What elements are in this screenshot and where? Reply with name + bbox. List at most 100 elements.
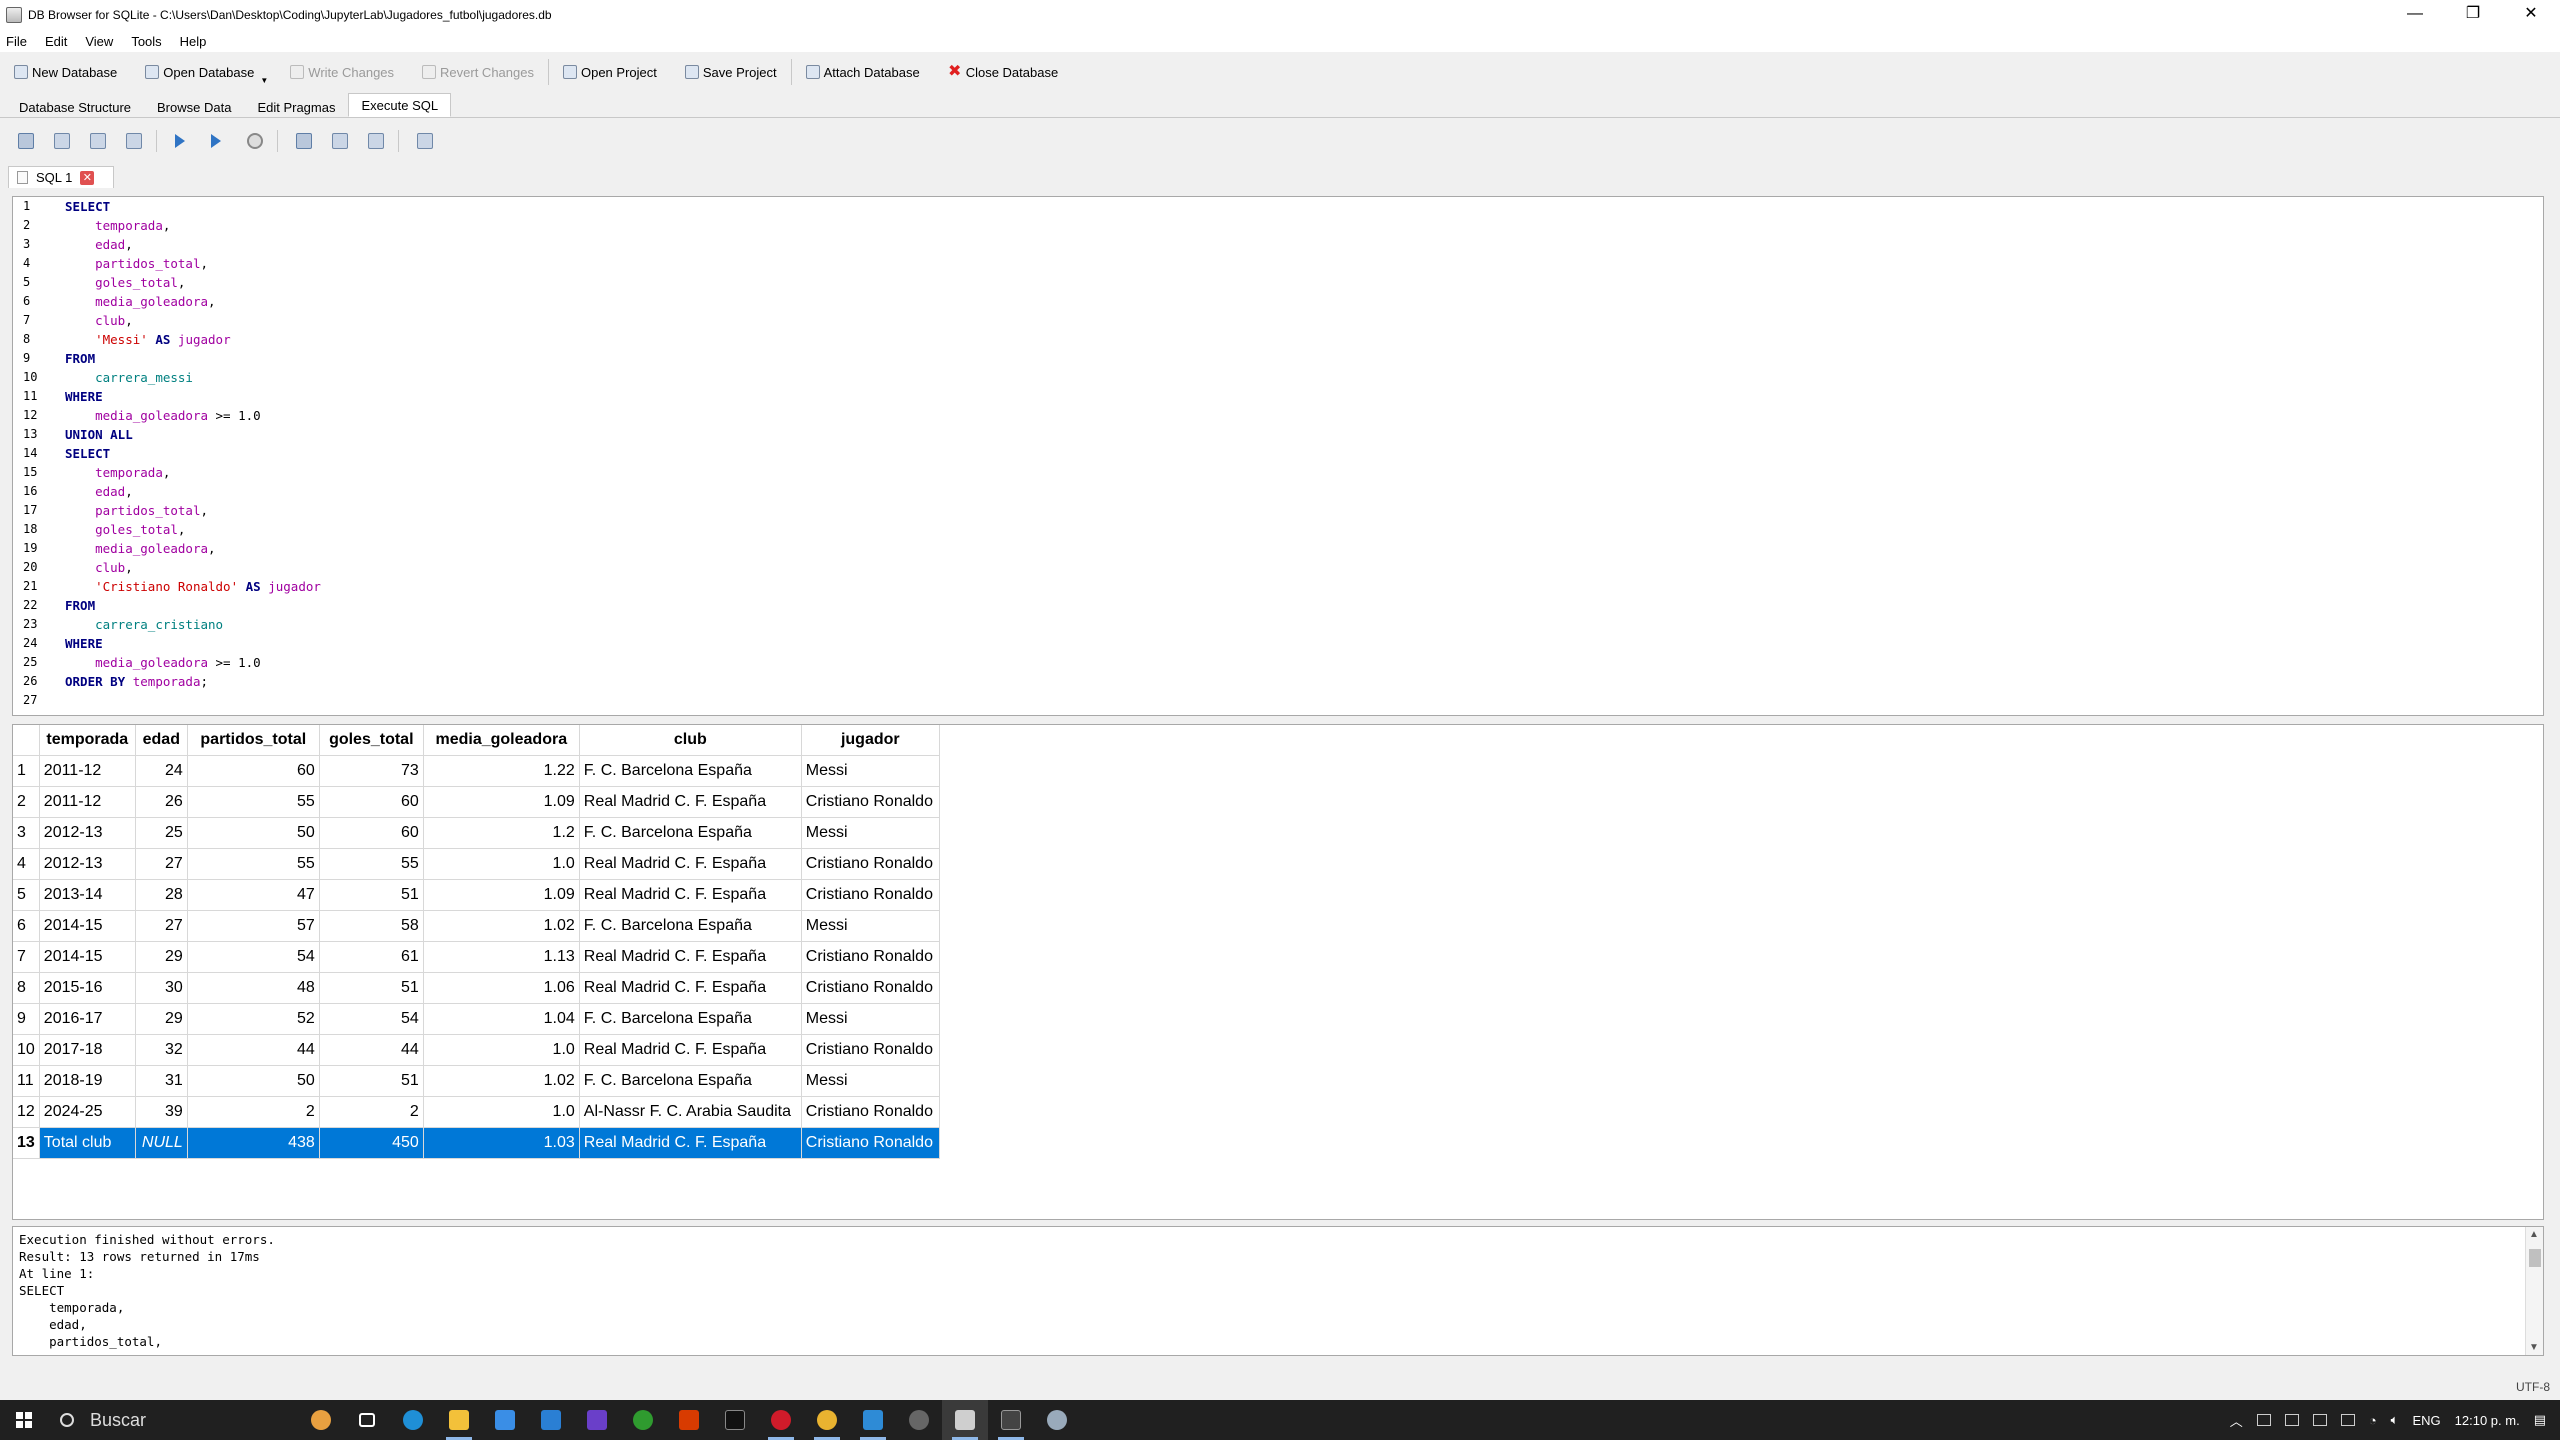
table-cell[interactable]: 58 bbox=[319, 910, 424, 942]
tab-edit-pragmas[interactable]: Edit Pragmas bbox=[244, 95, 348, 117]
table-cell[interactable]: Real Madrid C. F. España bbox=[579, 786, 802, 818]
table-cell[interactable]: 27 bbox=[135, 910, 188, 942]
row-number[interactable]: 6 bbox=[13, 910, 40, 942]
table-cell[interactable]: Messi bbox=[801, 1065, 940, 1097]
table-row[interactable]: 12 2024-25 39 2 2 1.0 Al-Nassr F. C. Arabia Sa… bbox=[13, 1096, 940, 1128]
table-cell[interactable]: Real Madrid C. F. España bbox=[579, 941, 802, 973]
save-project-button[interactable]: Save Project bbox=[684, 65, 777, 80]
table-cell[interactable]: 1.04 bbox=[423, 1003, 580, 1035]
table-cell[interactable]: 2018-19 bbox=[39, 1065, 136, 1097]
column-header[interactable]: partidos_total bbox=[187, 725, 320, 756]
column-header[interactable]: temporada bbox=[39, 725, 136, 756]
tab-database-structure[interactable]: Database Structure bbox=[6, 95, 144, 117]
table-cell[interactable]: 2013-14 bbox=[39, 879, 136, 911]
table-cell[interactable]: 44 bbox=[187, 1034, 320, 1066]
table-cell[interactable]: 61 bbox=[319, 941, 424, 973]
table-cell[interactable]: 450 bbox=[319, 1127, 424, 1159]
table-cell[interactable]: 55 bbox=[187, 786, 320, 818]
table-cell[interactable]: 60 bbox=[319, 817, 424, 849]
find-icon[interactable] bbox=[332, 133, 348, 149]
table-cell[interactable]: 55 bbox=[319, 848, 424, 880]
table-cell[interactable]: 2 bbox=[187, 1096, 320, 1128]
misc-app-icon[interactable] bbox=[1034, 1400, 1080, 1440]
table-cell[interactable]: 1.0 bbox=[423, 848, 580, 880]
onedrive-icon[interactable] bbox=[2284, 1414, 2299, 1426]
table-cell[interactable]: F. C. Barcelona España bbox=[579, 755, 802, 787]
table-cell[interactable]: F. C. Barcelona España bbox=[579, 910, 802, 942]
comment-lines-icon[interactable] bbox=[417, 133, 433, 149]
table-cell[interactable]: 51 bbox=[319, 972, 424, 1004]
table-cell[interactable]: F. C. Barcelona España bbox=[579, 817, 802, 849]
stop-execution-icon[interactable] bbox=[247, 133, 263, 149]
table-cell[interactable]: 1.2 bbox=[423, 817, 580, 849]
table-cell[interactable]: Cristiano Ronaldo bbox=[801, 1096, 940, 1128]
open-tab-icon[interactable] bbox=[18, 133, 34, 149]
minimize-button[interactable]: — bbox=[2386, 0, 2444, 30]
widgets-icon[interactable] bbox=[298, 1400, 344, 1440]
row-number[interactable]: 3 bbox=[13, 817, 40, 849]
execute-all-icon[interactable] bbox=[175, 134, 185, 148]
open-sql-file-icon[interactable] bbox=[54, 133, 70, 149]
table-cell[interactable]: 24 bbox=[135, 755, 188, 787]
edge-icon[interactable] bbox=[390, 1400, 436, 1440]
table-cell[interactable]: 2014-15 bbox=[39, 910, 136, 942]
table-cell[interactable]: 52 bbox=[187, 1003, 320, 1035]
message-pane[interactable]: Execution finished without errors. Resul… bbox=[12, 1226, 2544, 1356]
table-cell[interactable]: Cristiano Ronaldo bbox=[801, 786, 940, 818]
table-row[interactable]: 5 2013-14 28 47 51 1.09 Real Madrid C. F. Espa… bbox=[13, 879, 940, 911]
table-cell[interactable]: 1.13 bbox=[423, 941, 580, 973]
table-cell[interactable]: 28 bbox=[135, 879, 188, 911]
column-header[interactable]: edad bbox=[135, 725, 188, 756]
save-results-icon[interactable] bbox=[296, 133, 312, 149]
results-grid[interactable]: temporada edad partidos_total goles_total me… bbox=[12, 724, 2544, 1220]
mail-icon[interactable] bbox=[528, 1400, 574, 1440]
table-row[interactable]: 1 2011-12 24 60 73 1.22 F. C. Barcelona España… bbox=[13, 755, 940, 787]
table-cell[interactable]: Real Madrid C. F. España bbox=[579, 879, 802, 911]
table-cell[interactable]: 51 bbox=[319, 1065, 424, 1097]
attach-database-button[interactable]: Attach Database bbox=[805, 65, 920, 80]
new-database-button[interactable]: New Database bbox=[14, 65, 117, 80]
write-changes-button[interactable]: Write Changes bbox=[290, 65, 394, 80]
chrome-icon[interactable] bbox=[804, 1400, 850, 1440]
table-cell[interactable]: Messi bbox=[801, 817, 940, 849]
table-cell[interactable]: 26 bbox=[135, 786, 188, 818]
store-icon[interactable] bbox=[482, 1400, 528, 1440]
table-cell[interactable]: Real Madrid C. F. España bbox=[579, 972, 802, 1004]
tab-execute-sql[interactable]: Execute SQL bbox=[348, 93, 452, 117]
table-cell[interactable]: 438 bbox=[187, 1127, 320, 1159]
table-cell[interactable]: 25 bbox=[135, 817, 188, 849]
start-button[interactable] bbox=[0, 1400, 48, 1440]
wifi-icon[interactable]: ◔ bbox=[2369, 1413, 2377, 1428]
column-header[interactable]: club bbox=[579, 725, 802, 756]
notifications-icon[interactable]: ▤ bbox=[2534, 1412, 2546, 1428]
table-cell[interactable]: 48 bbox=[187, 972, 320, 1004]
console-icon[interactable] bbox=[988, 1400, 1034, 1440]
table-cell[interactable]: 2012-13 bbox=[39, 817, 136, 849]
table-cell[interactable]: 2011-12 bbox=[39, 786, 136, 818]
tray-app-icon-2[interactable] bbox=[2312, 1414, 2327, 1426]
menu-edit[interactable]: Edit bbox=[45, 34, 67, 49]
volume-icon[interactable]: 🔈︎ bbox=[2391, 1412, 2399, 1428]
tray-app-icon[interactable] bbox=[2256, 1414, 2271, 1426]
row-number[interactable]: 11 bbox=[13, 1065, 40, 1097]
column-header[interactable]: goles_total bbox=[319, 725, 424, 756]
file-explorer-icon[interactable] bbox=[436, 1400, 482, 1440]
table-cell[interactable]: 2011-12 bbox=[39, 755, 136, 787]
column-header[interactable]: jugador bbox=[801, 725, 940, 756]
xbox-icon[interactable] bbox=[620, 1400, 666, 1440]
execute-current-line-icon[interactable] bbox=[211, 134, 221, 148]
sql-editor[interactable]: 1 SELECT 2 temporada, 3 edad, 4 partidos_tot… bbox=[12, 196, 2544, 716]
row-number[interactable]: 2 bbox=[13, 786, 40, 818]
scroll-down-icon[interactable]: ▼ bbox=[2529, 1342, 2539, 1353]
db-browser-taskbar-icon[interactable] bbox=[942, 1400, 988, 1440]
find-replace-icon[interactable] bbox=[368, 133, 384, 149]
table-cell[interactable]: 1.06 bbox=[423, 972, 580, 1004]
table-cell[interactable]: Total club bbox=[39, 1127, 136, 1159]
table-cell[interactable]: NULL bbox=[135, 1127, 188, 1159]
settings-app-icon[interactable] bbox=[896, 1400, 942, 1440]
revert-changes-button[interactable]: Revert Changes bbox=[422, 65, 534, 80]
table-cell[interactable]: 29 bbox=[135, 1003, 188, 1035]
table-cell[interactable]: Al-Nassr F. C. Arabia Saudita bbox=[579, 1096, 802, 1128]
table-cell[interactable]: F. C. Barcelona España bbox=[579, 1065, 802, 1097]
table-cell[interactable]: 1.03 bbox=[423, 1127, 580, 1159]
